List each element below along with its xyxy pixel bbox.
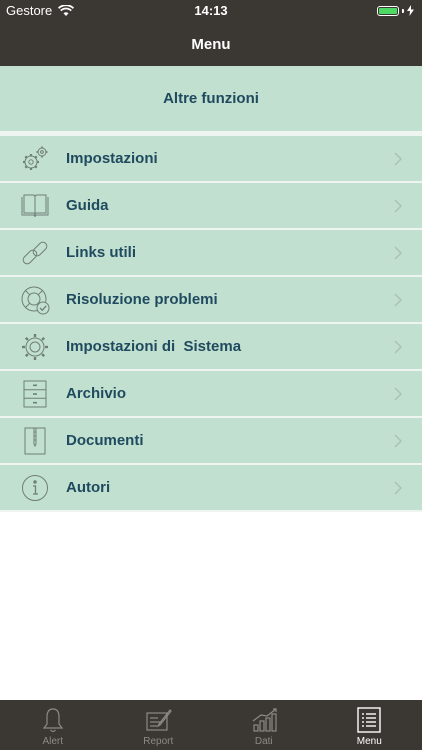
tab-label: Report: [143, 736, 174, 747]
chevron-right-icon: [394, 245, 402, 260]
tab-dati[interactable]: Dati: [211, 700, 317, 750]
section-header: Altre funzioni: [0, 66, 422, 131]
section-title: Altre funzioni: [163, 90, 259, 107]
chevron-right-icon: [394, 151, 402, 166]
gear-icon: [20, 332, 50, 362]
chevron-right-icon: [394, 433, 402, 448]
menu-item-label: Risoluzione problemi: [66, 291, 218, 308]
clock: 14:13: [194, 3, 228, 18]
menu-item-label: Impostazioni di Sistema: [66, 338, 242, 355]
battery-indicator: [377, 5, 414, 16]
tab-label: Menu: [356, 736, 382, 747]
menu-item-label: Impostazioni: [66, 150, 158, 167]
menu-item-impostazioni-sistema[interactable]: Impostazioni di Sistema: [0, 324, 422, 371]
tab-report[interactable]: Report: [106, 700, 212, 750]
menu-list-icon: [357, 707, 381, 733]
menu-list: Impostazioni Guida Links utili Risoluzio…: [0, 136, 422, 512]
gears-icon: [20, 144, 50, 174]
document-icon: [20, 426, 50, 456]
cabinet-icon: [20, 379, 50, 409]
menu-item-documenti[interactable]: Documenti: [0, 418, 422, 465]
report-icon: [146, 709, 173, 731]
chevron-right-icon: [394, 292, 402, 307]
bell-icon: [42, 708, 63, 733]
chevron-right-icon: [394, 339, 402, 354]
tab-label: Alert: [42, 736, 64, 747]
tab-menu[interactable]: Menu: [317, 700, 422, 750]
menu-item-label: Autori: [66, 479, 111, 496]
menu-item-guida[interactable]: Guida: [0, 183, 422, 230]
chart-icon: [252, 708, 277, 732]
tab-bar: Alert Report Dati Menu: [0, 700, 422, 750]
menu-item-label: Guida: [66, 197, 109, 214]
menu-item-links-utili[interactable]: Links utili: [0, 230, 422, 277]
page-title: Menu: [191, 36, 231, 53]
charging-icon: [407, 5, 414, 16]
top-bar: Gestore 14:13 Menu: [0, 0, 422, 66]
tab-alert[interactable]: Alert: [0, 700, 106, 750]
chevron-right-icon: [394, 480, 402, 495]
book-icon: [20, 191, 50, 221]
chevron-right-icon: [394, 386, 402, 401]
menu-item-autori[interactable]: Autori: [0, 465, 422, 512]
tab-label: Dati: [254, 736, 273, 747]
info-icon: [20, 473, 50, 503]
menu-item-label: Documenti: [66, 432, 144, 449]
menu-item-archivio[interactable]: Archivio: [0, 371, 422, 418]
chevron-right-icon: [394, 198, 402, 213]
menu-item-label: Archivio: [66, 385, 127, 402]
menu-item-risoluzione-problemi[interactable]: Risoluzione problemi: [0, 277, 422, 324]
lifebuoy-icon: [20, 285, 50, 315]
menu-item-label: Links utili: [66, 244, 137, 261]
status-bar: Gestore 14:13: [0, 0, 422, 22]
link-icon: [20, 238, 50, 268]
menu-item-impostazioni[interactable]: Impostazioni: [0, 136, 422, 183]
battery-icon: [377, 5, 399, 16]
